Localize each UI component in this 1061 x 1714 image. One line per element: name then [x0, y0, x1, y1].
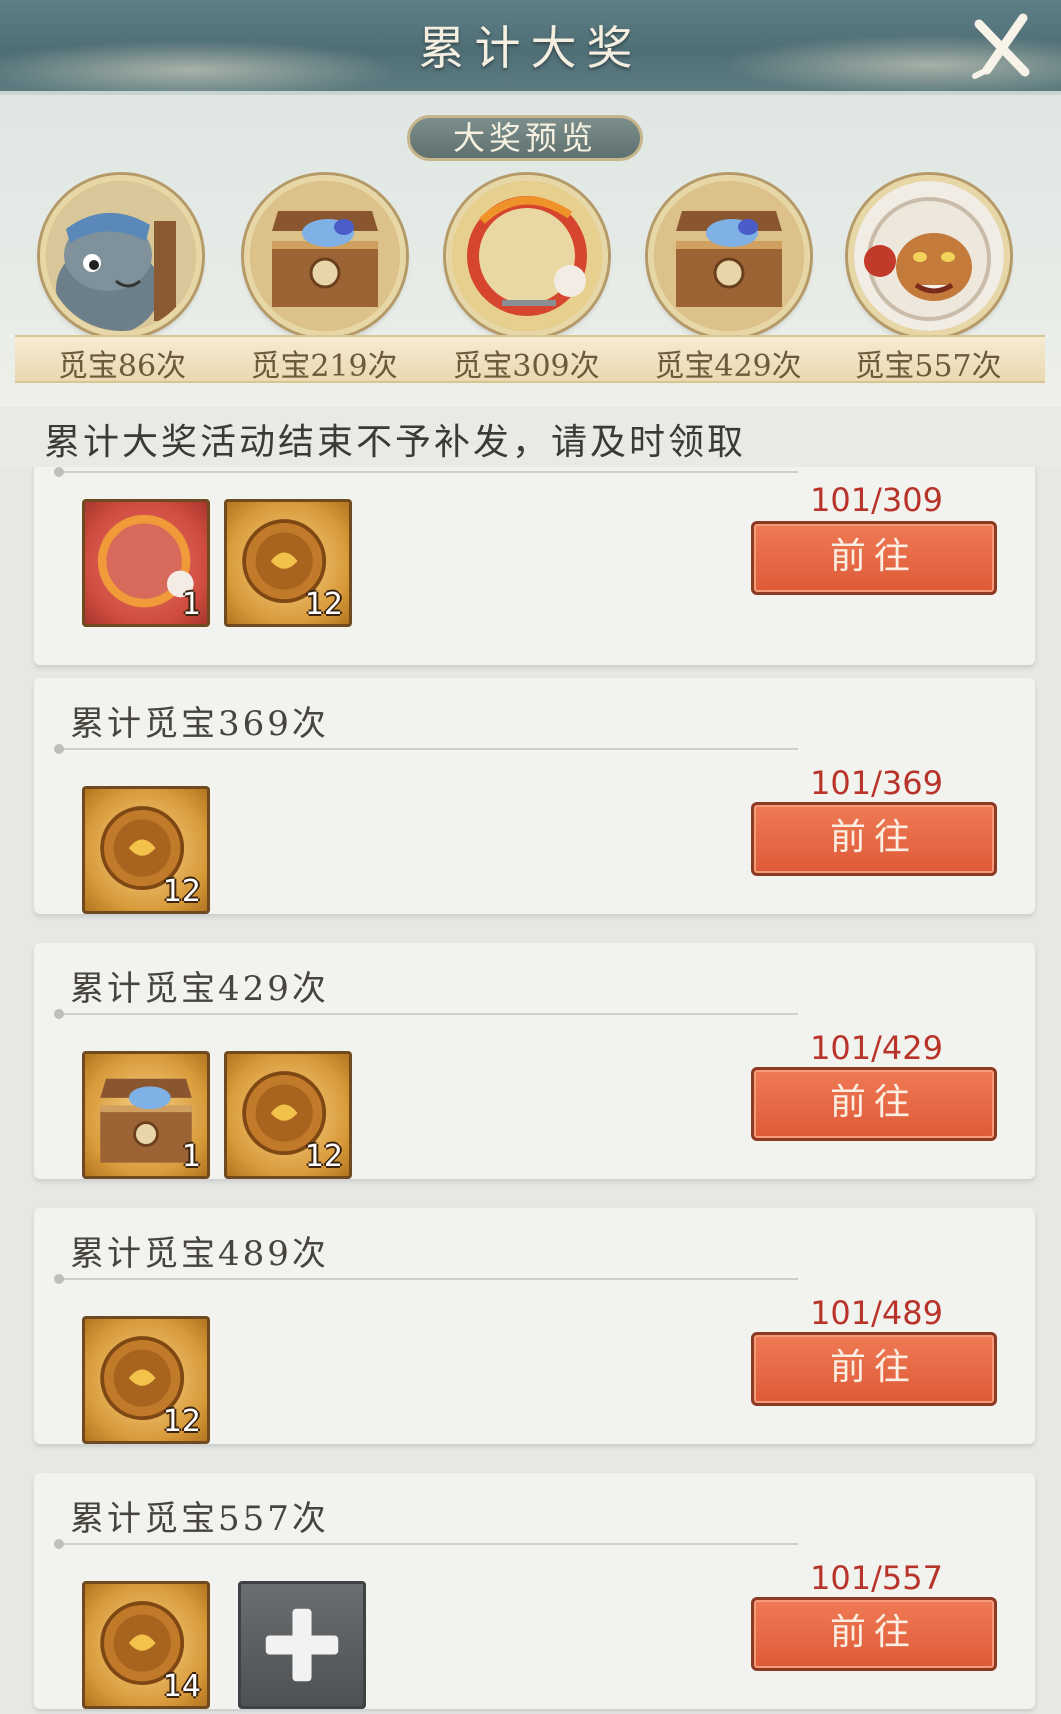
card-divider — [54, 744, 798, 754]
preview-label-2: 觅宝219次 — [250, 349, 398, 384]
preview-rewards-row — [0, 175, 1061, 345]
treasure-chest-icon — [250, 181, 400, 331]
go-button[interactable]: 前往 — [751, 1067, 997, 1141]
progress-text: 101/489 — [810, 1294, 943, 1332]
close-button[interactable] — [967, 10, 1039, 82]
item-quantity: 12 — [304, 587, 343, 622]
reward-card: 累计觅宝557次 101/557 前往 14 — [34, 1473, 1035, 1709]
avatar-frame-icon — [452, 181, 602, 331]
reward-item[interactable]: 1 — [82, 499, 210, 627]
reward-card: 累计觅宝429次 101/429 前往 1 12 — [34, 943, 1035, 1179]
preview-reward-1[interactable] — [40, 175, 202, 337]
go-button[interactable]: 前往 — [751, 802, 997, 876]
card-divider — [54, 1009, 798, 1019]
character-portrait-icon — [46, 181, 196, 331]
preview-reward-2[interactable] — [244, 175, 406, 337]
card-divider — [54, 467, 798, 477]
reward-item[interactable]: 12 — [82, 786, 210, 914]
page-title: 累计大奖 — [418, 21, 643, 75]
card-title: 累计觅宝489次 — [70, 1234, 329, 1274]
reward-list[interactable]: 101/309 前往 1 12 累计觅宝369次 101/369 前往 12 累… — [0, 467, 1061, 1714]
progress-text: 101/429 — [810, 1029, 943, 1067]
close-icon — [972, 13, 1030, 79]
reward-item[interactable]: 12 — [224, 1051, 352, 1179]
preview-labels-strip: 觅宝86次 觅宝219次 觅宝309次 觅宝429次 觅宝557次 — [15, 335, 1045, 384]
preview-label-4: 觅宝429次 — [654, 349, 802, 384]
reward-item[interactable]: 12 — [82, 1316, 210, 1444]
card-title: 累计觅宝369次 — [70, 704, 329, 744]
item-quantity: 14 — [162, 1669, 201, 1704]
reward-item[interactable]: 12 — [224, 499, 352, 627]
preview-reward-3[interactable] — [446, 175, 608, 337]
reward-item-more[interactable] — [238, 1581, 366, 1709]
preview-label-1: 觅宝86次 — [57, 349, 187, 384]
item-quantity: 12 — [162, 874, 201, 909]
preview-label-5: 觅宝557次 — [854, 349, 1002, 384]
reward-item[interactable]: 14 — [82, 1581, 210, 1709]
preview-reward-5[interactable] — [848, 175, 1010, 337]
notice-bar: 累计大奖活动结束不予补发，请及时领取 — [0, 407, 1061, 467]
preview-label-3: 觅宝309次 — [452, 349, 600, 384]
item-quantity: 12 — [304, 1139, 343, 1174]
reward-item[interactable]: 1 — [82, 1051, 210, 1179]
go-button[interactable]: 前往 — [751, 521, 997, 595]
item-quantity: 1 — [181, 587, 201, 622]
plus-icon — [265, 1608, 339, 1682]
card-divider — [54, 1539, 798, 1549]
grand-prize-preview: 大奖预览 觅宝86次 觅宝219次 觅宝309次 觅宝429次 觅宝557次 — [0, 95, 1061, 407]
reward-card: 101/309 前往 1 12 — [34, 467, 1035, 665]
go-button[interactable]: 前往 — [751, 1332, 997, 1406]
preview-label: 大奖预览 — [407, 115, 643, 161]
header-bar: 累计大奖 — [0, 0, 1061, 95]
card-title: 累计觅宝429次 — [70, 969, 329, 1009]
card-divider — [54, 1274, 798, 1284]
item-quantity: 12 — [162, 1404, 201, 1439]
preview-reward-4[interactable] — [648, 175, 810, 337]
progress-text: 101/557 — [810, 1559, 943, 1597]
lion-beast-icon — [854, 181, 1004, 331]
progress-text: 101/369 — [810, 764, 943, 802]
reward-card: 累计觅宝489次 101/489 前往 12 — [34, 1208, 1035, 1444]
go-button[interactable]: 前往 — [751, 1597, 997, 1671]
progress-text: 101/309 — [810, 481, 943, 519]
notice-text: 累计大奖活动结束不予补发，请及时领取 — [44, 422, 747, 463]
item-quantity: 1 — [181, 1139, 201, 1174]
treasure-chest-icon — [654, 181, 804, 331]
card-title: 累计觅宝557次 — [70, 1499, 329, 1539]
reward-card: 累计觅宝369次 101/369 前往 12 — [34, 678, 1035, 914]
